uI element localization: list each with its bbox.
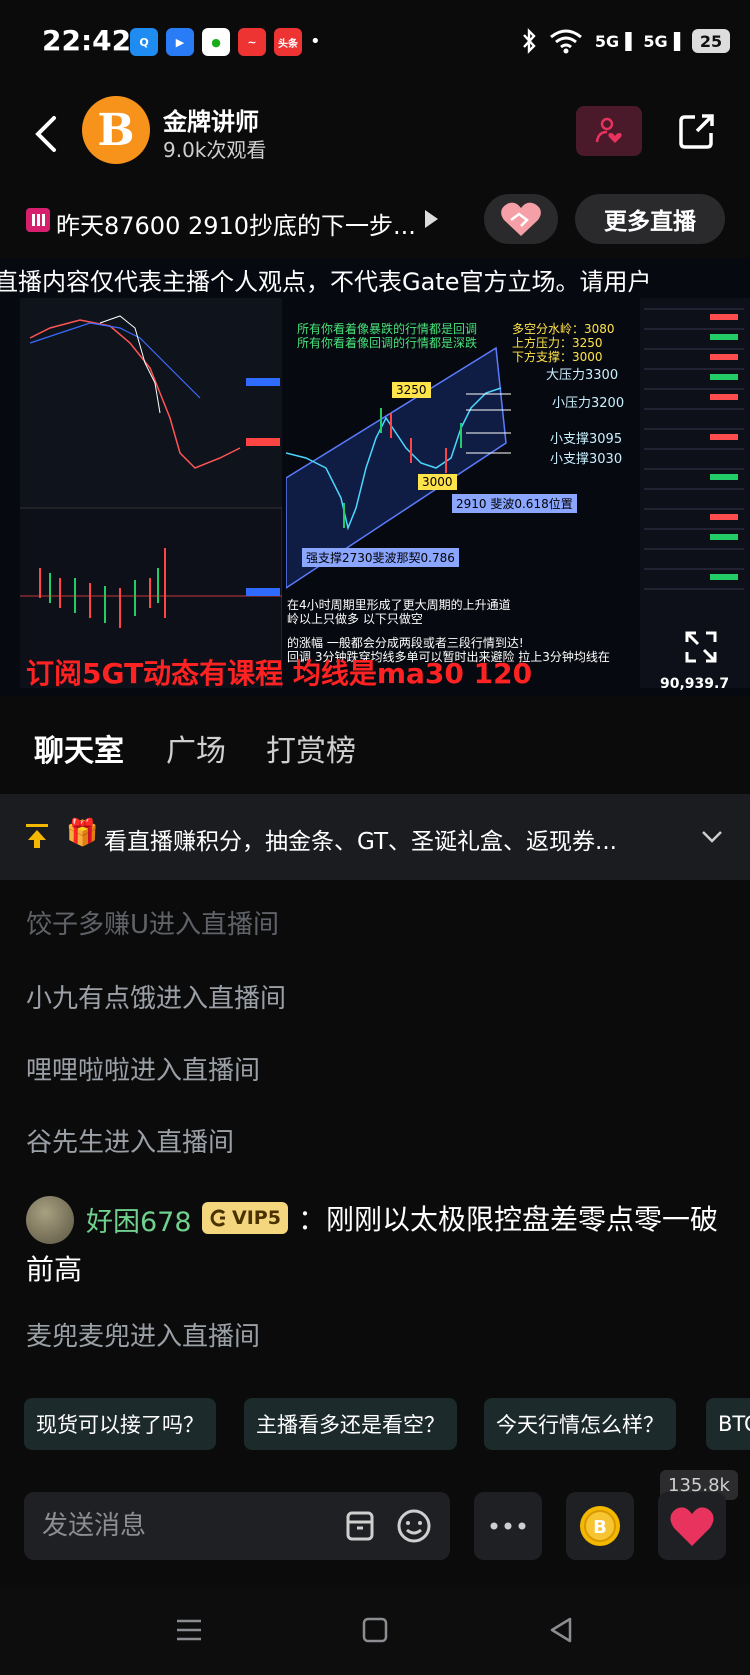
chat-system-message: 麦兜麦兜进入直播间 [26, 1322, 261, 1352]
emoji-icon[interactable] [394, 1506, 434, 1546]
disclaimer-scroll-text: 直播内容仅代表主播个人观点，不代表Gate官方立场。请用户 [0, 268, 652, 296]
chat-system-message: 谷先生进入直播间 [26, 1128, 235, 1158]
chat-system-message: 饺子多赚U进入直播间 [26, 910, 280, 940]
strong-support-tag: 强支撑2730斐波那契0.786 [302, 548, 459, 567]
yellow-note-line-2: 上方压力：3250 [512, 336, 603, 350]
follow-person-heart-icon [595, 117, 622, 143]
live-video[interactable]: 直播内容仅代表主播个人观点，不代表Gate官方立场。请用户 所有你看着像暴跌的行… [0, 258, 750, 696]
course-overlay-text: 订阅5GT动态有课程 均线是ma30 120 [26, 657, 533, 690]
notification-icons: Q ▶ ● ~ 头条 • [130, 28, 321, 56]
signal-5g-2: 5G▐ [643, 31, 680, 51]
system-icons: 5G▐ 5G▐ 25 [521, 28, 730, 54]
tab-square[interactable]: 广场 [166, 726, 226, 770]
streamer-avatar[interactable]: B [82, 96, 150, 164]
chat-username[interactable]: 好困678 [86, 1200, 192, 1239]
sticker-box-icon[interactable] [340, 1506, 380, 1546]
follow-button[interactable] [576, 106, 642, 156]
more-dots-icon [490, 1522, 526, 1530]
back-nav-icon[interactable] [544, 1613, 578, 1647]
stream-title[interactable]: 昨天87600 2910抄底的下一步... [56, 206, 416, 241]
tab-chatroom[interactable]: 聊天室 [34, 726, 124, 770]
promo-text: 看直播赚积分，抽金条、GT、圣诞礼盒、返现券... [104, 829, 617, 855]
quick-question-chip[interactable]: 现货可以接了吗？ [24, 1398, 216, 1450]
like-button[interactable] [658, 1492, 726, 1560]
chat-list: 饺子多赚U进入直播间 小九有点饿进入直播间 哩哩啦啦进入直播间 谷先生进入直播间… [0, 880, 750, 1400]
tab-bar: 聊天室 广场 打赏榜 [0, 698, 750, 792]
chat-message-text-cont: 前高 [26, 1253, 83, 1286]
tab-tip-ranking[interactable]: 打赏榜 [266, 726, 356, 770]
yellow-note-line-1: 多空分水岭：3080 [512, 322, 615, 336]
message-input[interactable] [42, 1506, 322, 1546]
promo-banner[interactable]: 🎁 看直播赚积分，抽金条、GT、圣诞礼盒、返现券... [0, 794, 750, 880]
more-notifications-icon: • [310, 31, 321, 52]
svg-text:B: B [593, 1517, 607, 1538]
level-label-2: 小压力3200 [552, 396, 625, 411]
chat-user-avatar[interactable] [26, 1196, 74, 1244]
status-bar: 22:42 Q ▶ ● ~ 头条 • 5G▐ 5G▐ 25 [0, 0, 750, 84]
fib-tag: 2910 斐波0.618位置 [452, 494, 577, 513]
play-icon[interactable] [425, 210, 438, 228]
level-label-4: 小支撑3030 [550, 452, 623, 467]
signal-5g-1: 5G▐ [594, 31, 632, 51]
qq-icon: Q [130, 28, 158, 56]
tag-3250: 3250 [392, 382, 431, 398]
green-note: 所有你看着像暴跌的行情都是回调 所有你看着像回调的行情都是深跌 [297, 322, 477, 350]
quick-question-chip[interactable]: 主播看多还是看空？ [244, 1398, 457, 1450]
gift-icon: 🎁 [66, 818, 99, 848]
handshake-button[interactable] [484, 194, 558, 244]
bluetooth-icon [522, 28, 536, 54]
stream-title-row: 昨天87600 2910抄底的下一步... 更多直播 [0, 190, 750, 250]
quick-question-chip[interactable]: BTC [706, 1398, 750, 1450]
live-header: B 金牌讲师 9.0k次观看 [0, 84, 750, 184]
share-icon [679, 114, 714, 149]
viewer-count: 9.0k次观看 [163, 138, 267, 162]
level-label-3: 小支撑3095 [550, 432, 623, 447]
wechat-icon: ● [202, 28, 230, 56]
maps-icon: ▶ [166, 28, 194, 56]
vip-badge: VIP5 [202, 1202, 288, 1234]
coin-tip-button[interactable]: B [566, 1492, 634, 1560]
battery-icon: 25 [692, 29, 730, 53]
tag-3000: 3000 [418, 474, 457, 490]
mini-chart-graphic [20, 298, 282, 628]
vip-logo-icon [210, 1209, 226, 1227]
yellow-note: 多空分水岭：3080 上方压力：3250 下方支撑：3000 [512, 322, 615, 364]
message-input-box[interactable] [24, 1492, 450, 1560]
level-label-1: 大压力3300 [546, 368, 619, 383]
home-icon[interactable] [358, 1613, 392, 1647]
green-note-line-2: 所有你看着像回调的行情都是深跌 [297, 336, 478, 350]
fullscreen-icon[interactable] [684, 630, 718, 664]
quick-question-row: 现货可以接了吗？ 主播看多还是看空？ 今天行情怎么样？ BTC [0, 1398, 750, 1454]
heart-handshake-icon [501, 202, 541, 236]
status-time: 22:42 [42, 24, 132, 57]
live-bars-icon [26, 208, 50, 232]
chevron-down-icon[interactable] [700, 824, 724, 848]
vip-level: VIP5 [232, 1207, 281, 1229]
coin-icon: B [580, 1506, 620, 1546]
toutiao-icon: 头条 [274, 28, 302, 56]
chat-message-text: ：刚刚以太极限控盘差零点零一破 [298, 1203, 719, 1236]
green-note-line-1: 所有你看着像暴跌的行情都是回调 [297, 322, 478, 336]
wifi-icon [549, 29, 582, 54]
streamer-name[interactable]: 金牌讲师 [163, 102, 259, 137]
recent-apps-icon[interactable] [172, 1613, 206, 1647]
chart-left-panel [20, 298, 282, 688]
chat-system-message: 哩哩啦啦进入直播间 [26, 1056, 261, 1086]
quick-question-chip[interactable]: 今天行情怎么样？ [484, 1398, 676, 1450]
price-readout: 90,939.7 [660, 676, 730, 692]
share-button[interactable] [672, 106, 722, 156]
input-bar: 135.8k B [0, 1470, 750, 1570]
stocks-icon: ~ [238, 28, 266, 56]
more-options-button[interactable] [474, 1492, 542, 1560]
pin-top-icon [26, 824, 48, 848]
annotation-2: 岭以上只做多 以下只做空 [287, 612, 423, 626]
system-nav-bar [0, 1585, 750, 1675]
back-icon[interactable] [28, 110, 68, 158]
more-live-button[interactable]: 更多直播 [575, 194, 725, 244]
heart-icon [670, 1507, 714, 1546]
chat-system-message: 小九有点饿进入直播间 [26, 984, 287, 1014]
yellow-note-line-3: 下方支撑：3000 [512, 350, 603, 364]
